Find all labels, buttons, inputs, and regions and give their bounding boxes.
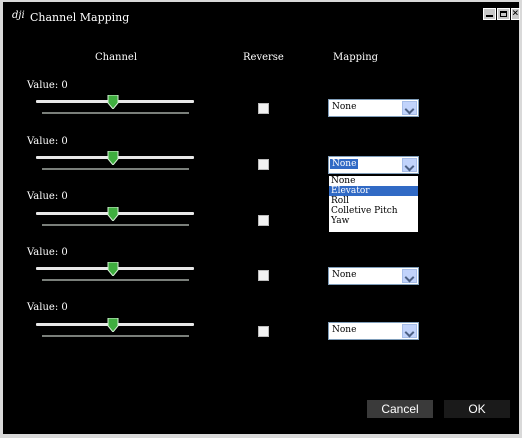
maximize-button[interactable] — [497, 8, 510, 20]
channel-value-label: Value: 0 — [27, 80, 68, 91]
reverse-checkbox[interactable] — [258, 159, 269, 170]
slider-knob[interactable] — [107, 318, 119, 332]
reverse-checkbox[interactable] — [258, 215, 269, 226]
mapping-header: Mapping — [333, 52, 379, 63]
slider-underline — [42, 112, 189, 114]
channel-mapping-window: dji Channel Mapping Channel Reverse Mapp… — [3, 2, 520, 434]
mapping-select-value: None — [332, 270, 357, 280]
mapping-select[interactable]: None — [328, 322, 419, 340]
dropdown-option-collective-pitch[interactable]: Colletive Pitch — [329, 206, 418, 216]
channel-header: Channel — [95, 52, 138, 63]
mapping-select-value: None — [332, 325, 357, 335]
dji-logo-icon: dji — [12, 10, 25, 21]
channel-slider[interactable] — [36, 151, 194, 171]
channel-value-label: Value: 0 — [27, 247, 68, 258]
mapping-select-value: None — [332, 102, 357, 112]
slider-knob[interactable] — [107, 151, 119, 165]
channel-slider[interactable] — [36, 318, 194, 338]
reverse-checkbox[interactable] — [258, 326, 269, 337]
chevron-down-icon[interactable] — [402, 158, 417, 172]
chevron-down-icon[interactable] — [402, 324, 417, 338]
mapping-select[interactable]: None — [328, 156, 419, 174]
channel-slider[interactable] — [36, 262, 194, 282]
dropdown-option-elevator[interactable]: Elevator — [329, 186, 418, 196]
slider-knob[interactable] — [107, 207, 119, 221]
dropdown-option-yaw[interactable]: Yaw — [329, 216, 418, 226]
reverse-checkbox[interactable] — [258, 270, 269, 281]
slider-underline — [42, 224, 189, 226]
reverse-header: Reverse — [243, 52, 284, 63]
channel-value-label: Value: 0 — [27, 302, 68, 313]
window-title: Channel Mapping — [30, 11, 130, 24]
dropdown-option-none[interactable]: None — [329, 176, 418, 186]
mapping-select[interactable]: None — [328, 267, 419, 285]
mapping-select[interactable]: None — [328, 99, 419, 117]
mapping-dropdown-list: None Elevator Roll Colletive Pitch Yaw — [328, 175, 419, 233]
slider-underline — [42, 168, 189, 170]
dropdown-option-roll[interactable]: Roll — [329, 196, 418, 206]
channel-slider[interactable] — [36, 207, 194, 227]
mapping-select-value: None — [330, 159, 359, 169]
channel-slider[interactable] — [36, 95, 194, 115]
channel-value-label: Value: 0 — [27, 136, 68, 147]
chevron-down-icon[interactable] — [402, 101, 417, 115]
cancel-button[interactable]: Cancel — [367, 400, 433, 418]
minimize-button[interactable] — [483, 8, 496, 20]
channel-value-label: Value: 0 — [27, 191, 68, 202]
slider-knob[interactable] — [107, 95, 119, 109]
ok-button[interactable]: OK — [444, 400, 510, 418]
reverse-checkbox[interactable] — [258, 103, 269, 114]
close-button[interactable] — [511, 6, 520, 20]
slider-underline — [42, 279, 189, 281]
slider-underline — [42, 335, 189, 337]
chevron-down-icon[interactable] — [402, 269, 417, 283]
slider-knob[interactable] — [107, 262, 119, 276]
